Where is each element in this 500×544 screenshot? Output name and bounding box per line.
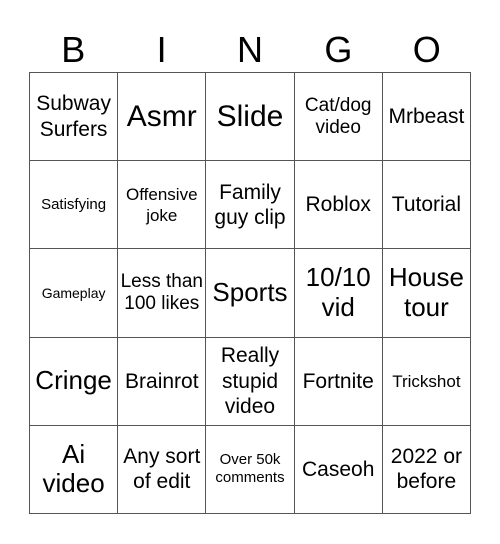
bingo-grid: Subway Surfers Asmr Slide Cat/dog video …	[29, 72, 471, 514]
cell-text: Brainrot	[125, 369, 199, 393]
cell-text: Asmr	[126, 99, 197, 133]
cell-text: Caseoh	[302, 457, 375, 481]
cell-text: Less than 100 likes	[120, 271, 203, 314]
bingo-cell[interactable]: Cat/dog video	[294, 73, 383, 162]
bingo-cell[interactable]: House tour	[382, 249, 471, 338]
cell-text: Tutorial	[391, 193, 462, 217]
bingo-cell[interactable]: Family guy clip	[206, 161, 295, 250]
bingo-cell[interactable]: Subway Surfers	[30, 73, 119, 162]
cell-text: Any sort of edit	[123, 445, 201, 494]
cell-text: Trickshot	[392, 371, 461, 391]
header-letter-o: O	[412, 29, 441, 70]
cell-text: Slide	[216, 99, 284, 133]
bingo-cell[interactable]: Over 50k comments	[206, 425, 295, 514]
cell-text: Fortnite	[302, 369, 374, 393]
bingo-cell[interactable]: Mrbeast	[382, 73, 471, 162]
cell-text: Satisfying	[41, 195, 107, 213]
bingo-cell[interactable]: Caseoh	[294, 425, 383, 514]
bingo-card: B I N G O Subway Surfers Asmr Slide Cat/…	[0, 0, 500, 544]
bingo-cell[interactable]: 2022 or before	[382, 425, 471, 514]
cell-text: Family guy clip	[214, 180, 286, 229]
bingo-cell[interactable]: Offensive joke	[118, 161, 207, 250]
bingo-header: B I N G O	[29, 28, 471, 72]
bingo-cell[interactable]: Ai video	[30, 425, 119, 514]
header-letter-i: I	[156, 29, 167, 70]
cell-text: Mrbeast	[388, 105, 465, 128]
cell-text: Cat/dog video	[304, 94, 372, 138]
bingo-cell[interactable]: Slide	[206, 73, 295, 162]
bingo-cell[interactable]: Asmr	[118, 73, 207, 162]
cell-text: Offensive joke	[126, 184, 198, 225]
bingo-cell[interactable]: Trickshot	[382, 337, 471, 426]
header-letter-b: B	[61, 29, 86, 70]
bingo-cell[interactable]: Fortnite	[294, 337, 383, 426]
cell-text: Cringe	[35, 365, 112, 396]
header-letter-g: G	[324, 29, 353, 70]
cell-text: Gameplay	[41, 284, 106, 301]
cell-text: Really stupid video	[220, 344, 280, 418]
bingo-cell[interactable]: Tutorial	[382, 161, 471, 250]
cell-text: Sports	[212, 277, 288, 308]
bingo-cell[interactable]: Cringe	[30, 337, 119, 426]
bingo-cell[interactable]: Satisfying	[30, 161, 119, 250]
bingo-cell[interactable]: Gameplay	[30, 249, 119, 338]
cell-text: House tour	[388, 262, 464, 322]
bingo-cell[interactable]: Brainrot	[118, 337, 207, 426]
bingo-cell[interactable]: Roblox	[294, 161, 383, 250]
cell-text: Subway Surfers	[36, 92, 111, 141]
header-letter-n: N	[236, 29, 263, 70]
cell-text: Over 50k comments	[215, 451, 285, 487]
bingo-cell[interactable]: Less than 100 likes	[118, 249, 207, 338]
bingo-cell[interactable]: Any sort of edit	[118, 425, 207, 514]
bingo-cell[interactable]: Really stupid video	[206, 337, 295, 426]
cell-text: 10/10 vid	[305, 262, 371, 322]
cell-text: Roblox	[305, 193, 371, 217]
bingo-cell[interactable]: 10/10 vid	[294, 249, 383, 338]
bingo-cell[interactable]: Sports	[206, 249, 295, 338]
cell-text: Ai video	[42, 438, 105, 499]
cell-text: 2022 or before	[390, 445, 462, 494]
